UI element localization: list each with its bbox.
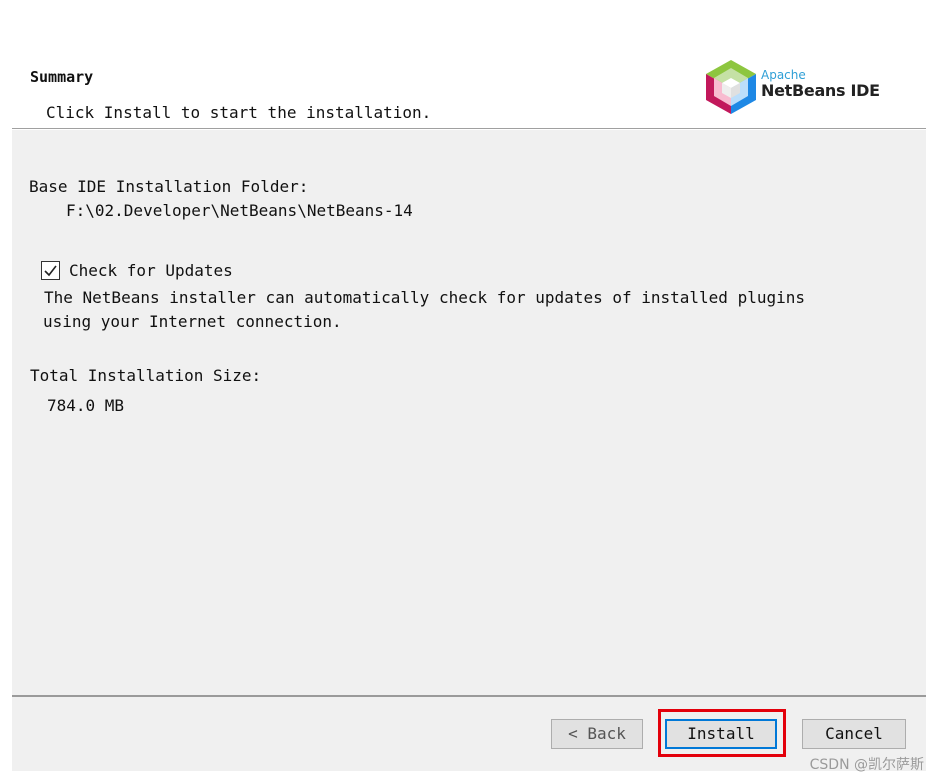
watermark: CSDN @凯尔萨斯 bbox=[809, 757, 924, 773]
size-label: Total Installation Size: bbox=[30, 366, 262, 385]
check-updates-label[interactable]: Check for Updates bbox=[69, 261, 233, 280]
size-value: 784.0 MB bbox=[47, 396, 125, 415]
logo-product-text: NetBeans IDE bbox=[761, 81, 880, 100]
page-title: Summary bbox=[30, 68, 94, 86]
folder-path: F:\02.Developer\NetBeans\NetBeans-14 bbox=[66, 201, 413, 220]
page-subtitle: Click Install to start the installation. bbox=[46, 103, 432, 122]
check-updates-checkbox[interactable] bbox=[41, 261, 60, 280]
check-updates-description-line2: using your Internet connection. bbox=[43, 312, 342, 331]
back-button[interactable]: < Back bbox=[551, 719, 643, 749]
netbeans-logo: Apache NetBeans IDE bbox=[704, 58, 904, 116]
netbeans-cube-icon bbox=[706, 60, 756, 114]
summary-content: Base IDE Installation Folder: F:\02.Deve… bbox=[12, 130, 926, 695]
installer-window: Summary Click Install to start the insta… bbox=[0, 0, 938, 782]
header-divider bbox=[12, 128, 926, 129]
folder-label: Base IDE Installation Folder: bbox=[29, 177, 309, 196]
cancel-button[interactable]: Cancel bbox=[802, 719, 906, 749]
logo-apache-text: Apache bbox=[761, 68, 806, 82]
check-updates-description-line1: The NetBeans installer can automatically… bbox=[44, 288, 805, 307]
checkmark-icon bbox=[44, 265, 57, 277]
button-bar: < Back Install Cancel bbox=[12, 697, 926, 771]
header-panel: Summary Click Install to start the insta… bbox=[12, 50, 926, 128]
install-button[interactable]: Install bbox=[665, 719, 777, 749]
